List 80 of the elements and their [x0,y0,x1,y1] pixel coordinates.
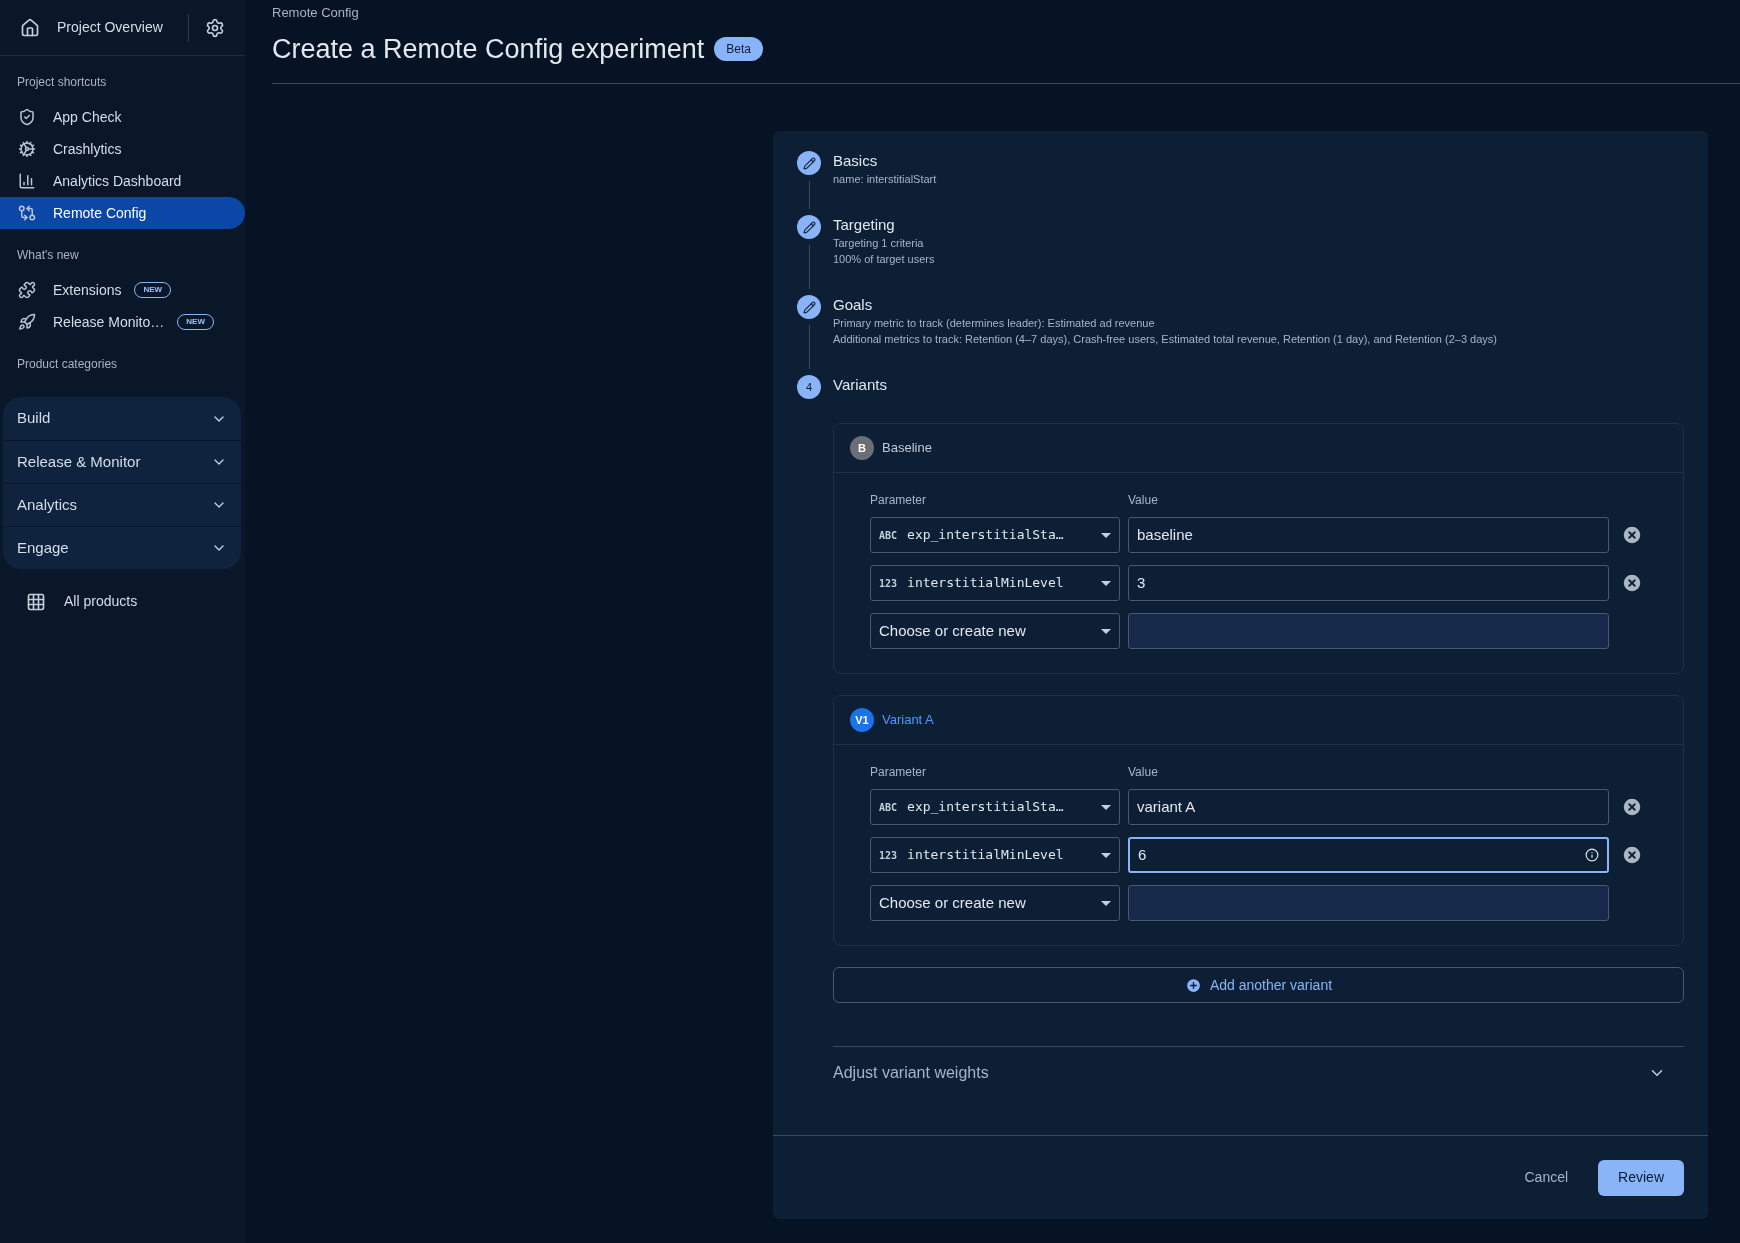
arrows-icon [18,204,36,222]
step-description: Primary metric to track (determines leader): Estimated ad revenue [833,316,1156,331]
section-heading: Product categories [16,356,119,373]
value-field[interactable]: baseline [1128,517,1609,553]
step-description: 100% of target users [833,252,935,267]
adjust-weights-toggle[interactable]: Adjust variant weights [833,1061,989,1085]
info-icon [1585,848,1599,862]
value-field[interactable] [1128,885,1609,921]
caret-icon [1101,900,1111,906]
remove-icon[interactable] [1621,844,1643,866]
cancel-button[interactable]: Cancel [1512,1159,1581,1196]
value-field[interactable]: 3 [1128,565,1609,601]
step-description: Targeting 1 criteria [833,236,925,251]
parameter-dropdown[interactable]: ABC exp_interstitialSta… [870,517,1120,553]
parameter-label: Parameter [870,492,928,509]
caret-icon [1101,804,1111,810]
step-title: Basics [833,151,879,171]
caret-icon [1101,852,1111,858]
project-overview-link[interactable]: Project Overview [57,17,163,38]
type-label: 123 [879,848,898,863]
all-products-link[interactable]: All products [64,591,138,612]
remove-icon[interactable] [1621,796,1643,818]
pencil-icon[interactable] [797,151,821,175]
puzzle-icon [18,281,36,299]
type-label: ABC [879,528,898,543]
pencil-icon[interactable] [797,215,821,239]
step-number: 4 [797,375,821,399]
caret-icon [1101,532,1111,538]
step-title: Targeting [833,215,896,235]
pencil-icon[interactable] [797,295,821,319]
sidebar-item[interactable]: Extensions NEW [0,274,245,306]
home-icon [20,17,40,38]
beta-badge: Beta [714,36,763,61]
step-description: Additional metrics to track: Retention (4–7 days), Crash-free users, Estimated total revenue, Retention (1 day), and Retention (2–3 days) [833,332,1497,347]
sidebar-item[interactable]: Analytics Dashboard [0,165,245,197]
parameter-label: Parameter [870,764,928,781]
parameter-dropdown[interactable]: 123 interstitialMinLevel [870,565,1120,601]
value-field[interactable] [1128,613,1609,649]
plus-icon [1184,976,1202,994]
page-title: Create a Remote Config experiment [272,32,705,66]
variant-badge: V1 [850,708,874,732]
remove-icon[interactable] [1621,524,1643,546]
category-item[interactable]: Release & Monitor [3,440,241,483]
add-variant-button[interactable]: Add another variant [833,967,1684,1003]
sidebar-item[interactable]: Crashlytics [0,133,245,165]
value-label: Value [1128,492,1158,509]
parameter-dropdown[interactable]: Choose or create new [870,885,1120,921]
type-label: 123 [879,576,898,591]
caret-icon [1101,580,1111,586]
type-label: ABC [879,800,898,815]
review-button[interactable]: Review [1598,1159,1684,1196]
rocket-icon [18,313,36,331]
gear-icon [18,140,36,158]
value-field[interactable]: 6 [1128,837,1609,873]
step-title: Goals [833,295,874,315]
variant-badge: B [850,436,874,460]
step-title: Variants [833,375,887,395]
shield-check-icon [18,108,36,126]
step-description: name: interstitialStart [833,172,937,187]
grid-icon [26,591,46,612]
remove-icon[interactable] [1621,572,1643,594]
parameter-dropdown[interactable]: 123 interstitialMinLevel [870,837,1120,873]
sidebar-item[interactable]: App Check [0,101,245,133]
category-item[interactable]: Analytics [3,483,241,526]
bar-chart-icon [18,172,36,190]
category-item[interactable]: Build [3,397,241,440]
breadcrumb[interactable]: Remote Config [272,3,1740,23]
parameter-dropdown[interactable]: Choose or create new [870,613,1120,649]
value-label: Value [1128,764,1158,781]
value-field[interactable]: variant A [1128,789,1609,825]
category-item[interactable]: Engage [3,526,241,569]
variant-name: Baseline [882,439,932,458]
sidebar-item[interactable]: Release Monito… NEW [0,306,245,338]
parameter-dropdown[interactable]: ABC exp_interstitialSta… [870,789,1120,825]
variant-name: Variant A [882,711,934,730]
caret-icon [1101,628,1111,634]
section-heading: Project shortcuts [16,74,108,91]
sidebar-item[interactable]: Remote Config [0,197,245,229]
settings-icon[interactable] [205,17,225,38]
section-heading: What's new [16,247,80,264]
